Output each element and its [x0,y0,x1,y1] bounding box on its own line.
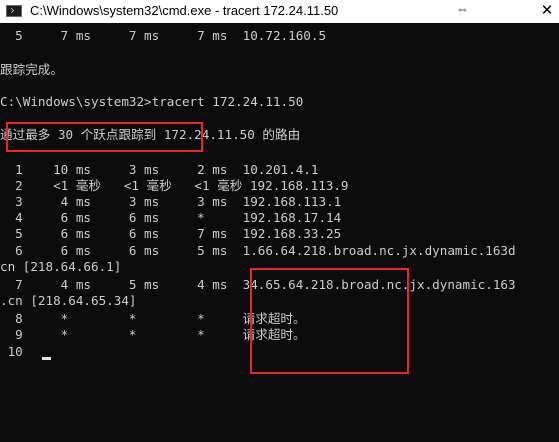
text-cursor [42,357,51,360]
highlight-box-trace-header [6,122,203,152]
console-line-command: C:\Windows\system32>tracert 172.24.11.50 [0,94,304,109]
resize-icon: ⇔ [456,1,469,16]
console-line-hop-6-wrap: cn [218.64.66.1] [0,259,122,274]
console-line-hop-7-wrap: .cn [218.64.65.34] [0,293,137,308]
console-line-hop5-prev: 5 7 ms 7 ms 7 ms 10.72.160.5 [0,28,327,43]
console-line-trace-done: 跟踪完成。 [0,62,63,77]
console-line-hop-5: 5 6 ms 6 ms 7 ms 192.168.33.25 [0,226,342,241]
window-title: C:\Windows\system32\cmd.exe - tracert 17… [30,3,339,18]
highlight-box-timeouts [250,268,409,374]
console-line-hop-1: 1 10 ms 3 ms 2 ms 10.201.4.1 [0,162,319,177]
console-line-hop-10: 10 [0,344,38,359]
console-output[interactable]: 5 7 ms 7 ms 7 ms 10.72.160.5 跟踪完成。 C:\Wi… [0,23,559,442]
console-line-hop-3: 3 4 ms 3 ms 3 ms 192.168.113.1 [0,194,342,209]
cmd-app-icon [6,5,22,17]
console-line-hop-2: 2 <1 毫秒 <1 毫秒 <1 毫秒 192.168.113.9 [0,178,349,193]
title-bar[interactable]: C:\Windows\system32\cmd.exe - tracert 17… [0,0,559,23]
close-button[interactable]: ✕ [535,0,559,23]
console-line-hop-6: 6 6 ms 6 ms 5 ms 1.66.64.218.broad.nc.jx… [0,243,516,258]
console-line-hop-4: 4 6 ms 6 ms * 192.168.17.14 [0,210,342,225]
